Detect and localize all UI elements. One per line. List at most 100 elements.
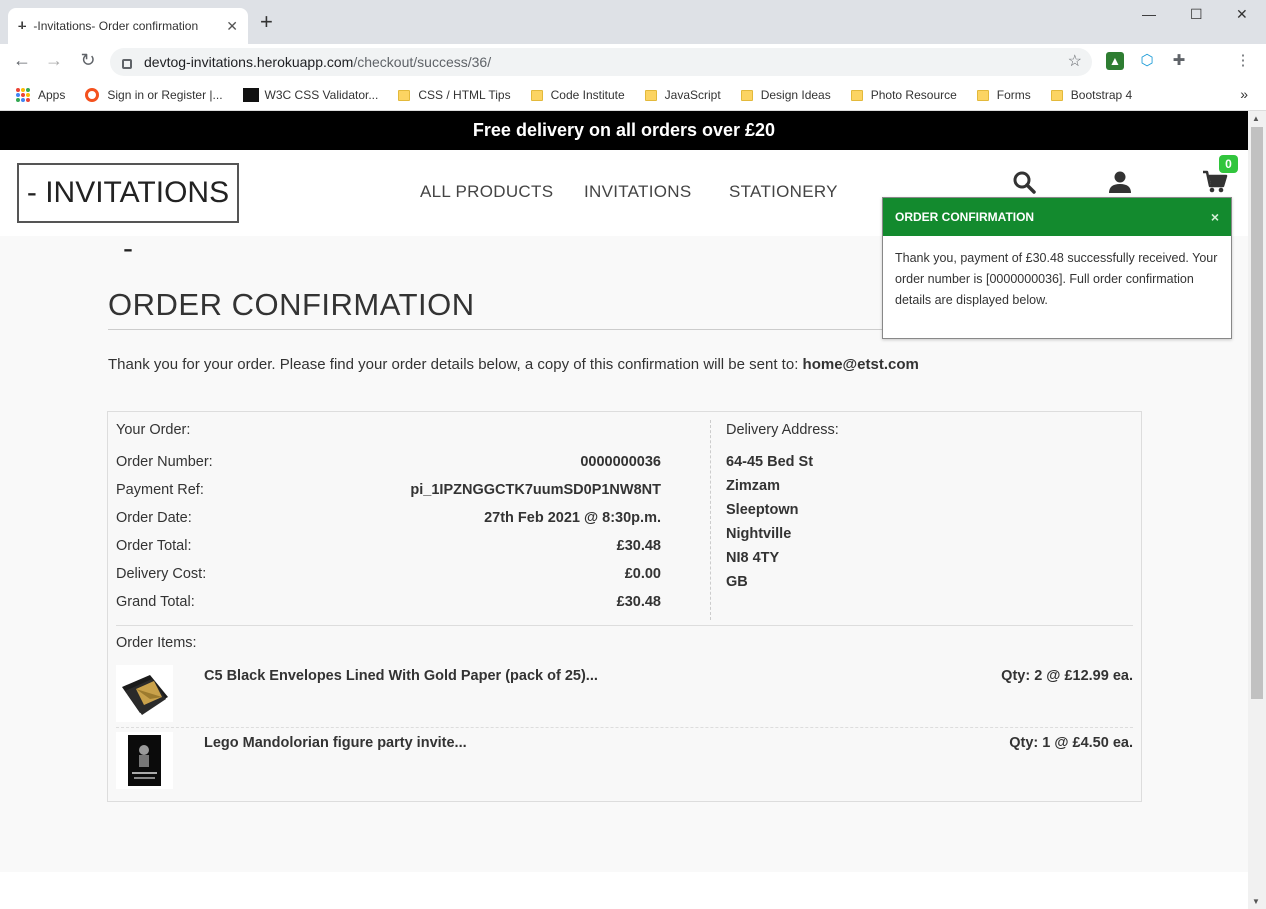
cart-icon[interactable]	[1202, 170, 1228, 194]
grand-total-label: Grand Total:	[116, 594, 195, 610]
ring-icon	[85, 88, 100, 102]
window-close-icon[interactable]: ✕	[1236, 6, 1248, 23]
order-date-label: Order Date:	[116, 510, 192, 526]
folder-icon	[398, 89, 411, 101]
bookmark-w3c[interactable]: W3C CSS Validator...	[242, 88, 379, 102]
minimize-icon[interactable]: —	[1142, 6, 1156, 22]
address-line: Nightville	[726, 526, 792, 542]
nav-all-products[interactable]: ALL PRODUCTS	[420, 182, 553, 202]
bookmark-label: Design Ideas	[760, 88, 831, 102]
bookmarks-overflow-icon[interactable]: »	[1240, 86, 1248, 102]
toast-message: Thank you, payment of £30.48 successfull…	[895, 251, 1218, 307]
order-date-value: 27th Feb 2021 @ 8:30p.m.	[484, 510, 661, 526]
nav-invitations[interactable]: INVITATIONS	[584, 182, 692, 202]
bookmark-apps[interactable]: Apps	[16, 88, 65, 102]
grand-total-value: £30.48	[616, 594, 661, 610]
address-line: GB	[726, 574, 748, 590]
bookmark-signin[interactable]: Sign in or Register |...	[85, 88, 223, 102]
reload-icon[interactable]: ↻	[76, 50, 100, 71]
order-total-label: Order Total:	[116, 538, 192, 554]
search-icon[interactable]	[1012, 170, 1036, 194]
account-icon[interactable]	[1108, 170, 1132, 194]
folder-icon	[976, 89, 989, 101]
payment-ref-value: pi_1IPZNGGCTK7uumSD0P1NW8NT	[410, 482, 661, 498]
payment-ref-label: Payment Ref:	[116, 482, 204, 498]
delivery-address-label: Delivery Address:	[726, 422, 839, 438]
bookmark-label: Bootstrap 4	[1070, 88, 1133, 102]
folder-icon	[1050, 89, 1063, 101]
bookmark-folder[interactable]: CSS / HTML Tips	[398, 88, 511, 102]
scroll-up-icon[interactable]: ▲	[1252, 114, 1260, 123]
page-title: ORDER CONFIRMATION	[108, 287, 475, 322]
address-bar[interactable]: devtog-invitations.herokuapp.com/checkou…	[110, 48, 1092, 76]
intro-message: Thank you for your order. Please find yo…	[108, 356, 803, 373]
item-thumbnail-invite[interactable]	[116, 732, 173, 789]
forward-icon[interactable]: →	[42, 50, 66, 71]
bookmark-label: Photo Resource	[870, 88, 957, 102]
bookmark-label: Sign in or Register |...	[107, 88, 223, 102]
folder-icon	[530, 89, 543, 101]
page-scrollbar[interactable]: ▲ ▼	[1248, 111, 1266, 909]
browser-tabstrip: -I- -Invitations- Order confirmation ✕ +…	[0, 0, 1266, 44]
bookmark-folder[interactable]: Design Ideas	[740, 88, 831, 102]
item-thumbnail-envelopes[interactable]	[116, 665, 173, 722]
folder-icon	[740, 89, 753, 101]
bookmark-folder[interactable]: Forms	[976, 88, 1031, 102]
bookmark-label: Code Institute	[550, 88, 625, 102]
toast-header: ORDER CONFIRMATION ×	[883, 198, 1231, 236]
delivery-cost-value: £0.00	[624, 566, 661, 582]
apps-grid-icon	[16, 88, 30, 102]
cart-count-badge: 0	[1219, 155, 1238, 173]
bookmark-folder[interactable]: Code Institute	[530, 88, 625, 102]
scrollbar-thumb[interactable]	[1251, 127, 1263, 699]
intro-text: Thank you for your order. Please find yo…	[108, 356, 919, 373]
address-line: NI8 4TY	[726, 550, 780, 566]
maximize-icon[interactable]: ☐	[1190, 6, 1203, 23]
lock-icon	[122, 59, 132, 69]
extensions-puzzle-icon[interactable]: ✚	[1170, 52, 1188, 70]
tab-close-icon[interactable]: ✕	[226, 18, 238, 35]
browser-toolbar: ← → ↻ devtog-invitations.herokuapp.com/c…	[0, 44, 1266, 80]
menu-kebab-icon[interactable]: ⋮	[1234, 52, 1252, 70]
column-divider	[710, 420, 711, 620]
tab-favicon: -I-	[18, 20, 26, 32]
bookmark-folder[interactable]: JavaScript	[644, 88, 721, 102]
address-line: 64-45 Bed St	[726, 454, 814, 470]
your-order-label: Your Order:	[116, 422, 191, 438]
order-items-label: Order Items:	[116, 635, 197, 651]
w3c-icon	[242, 88, 259, 102]
hexagon-extension-icon[interactable]: ⬡	[1138, 52, 1156, 70]
tab-title: -Invitations- Order confirmation	[33, 19, 199, 33]
order-item-name[interactable]: C5 Black Envelopes Lined With Gold Paper…	[204, 668, 598, 684]
address-line: Sleeptown	[726, 502, 799, 518]
nav-stationery[interactable]: STATIONERY	[729, 182, 838, 202]
bookmark-label: Forms	[996, 88, 1031, 102]
order-number-label: Order Number:	[116, 454, 213, 470]
html-validator-extension-icon[interactable]: ▲	[1106, 52, 1124, 70]
back-icon[interactable]: ←	[10, 50, 34, 71]
toast-close-icon[interactable]: ×	[1211, 198, 1219, 236]
order-number-value: 0000000036	[580, 454, 661, 470]
free-delivery-banner: Free delivery on all orders over £20	[0, 111, 1248, 150]
bookmark-label: Apps	[38, 88, 66, 102]
bookmark-folder[interactable]: Photo Resource	[850, 88, 957, 102]
order-item-qty: Qty: 2 @ £12.99 ea.	[1001, 668, 1133, 684]
order-item-name[interactable]: Lego Mandolorian figure party invite...	[204, 735, 467, 751]
bookmark-label: W3C CSS Validator...	[264, 88, 379, 102]
browser-tab[interactable]: -I- -Invitations- Order confirmation ✕	[8, 8, 248, 44]
bookmark-label: CSS / HTML Tips	[418, 88, 511, 102]
folder-icon	[850, 89, 863, 101]
scroll-down-icon[interactable]: ▼	[1252, 897, 1260, 906]
site-logo[interactable]: - INVITATIONS -	[17, 163, 239, 265]
item-divider	[116, 727, 1133, 728]
address-line: Zimzam	[726, 478, 780, 494]
confirmation-email: home@etst.com	[802, 356, 919, 373]
bookmarks-bar: Apps Sign in or Register |... W3C CSS Va…	[0, 80, 1266, 111]
page-viewport: Free delivery on all orders over £20 - I…	[0, 111, 1248, 909]
title-divider	[108, 329, 886, 330]
url-path: /checkout/success/36/	[353, 54, 492, 70]
url-domain: devtog-invitations.herokuapp.com	[144, 54, 354, 70]
new-tab-icon[interactable]: +	[260, 11, 273, 33]
bookmark-folder[interactable]: Bootstrap 4	[1050, 88, 1133, 102]
bookmark-star-icon[interactable]: ☆	[1068, 51, 1082, 71]
